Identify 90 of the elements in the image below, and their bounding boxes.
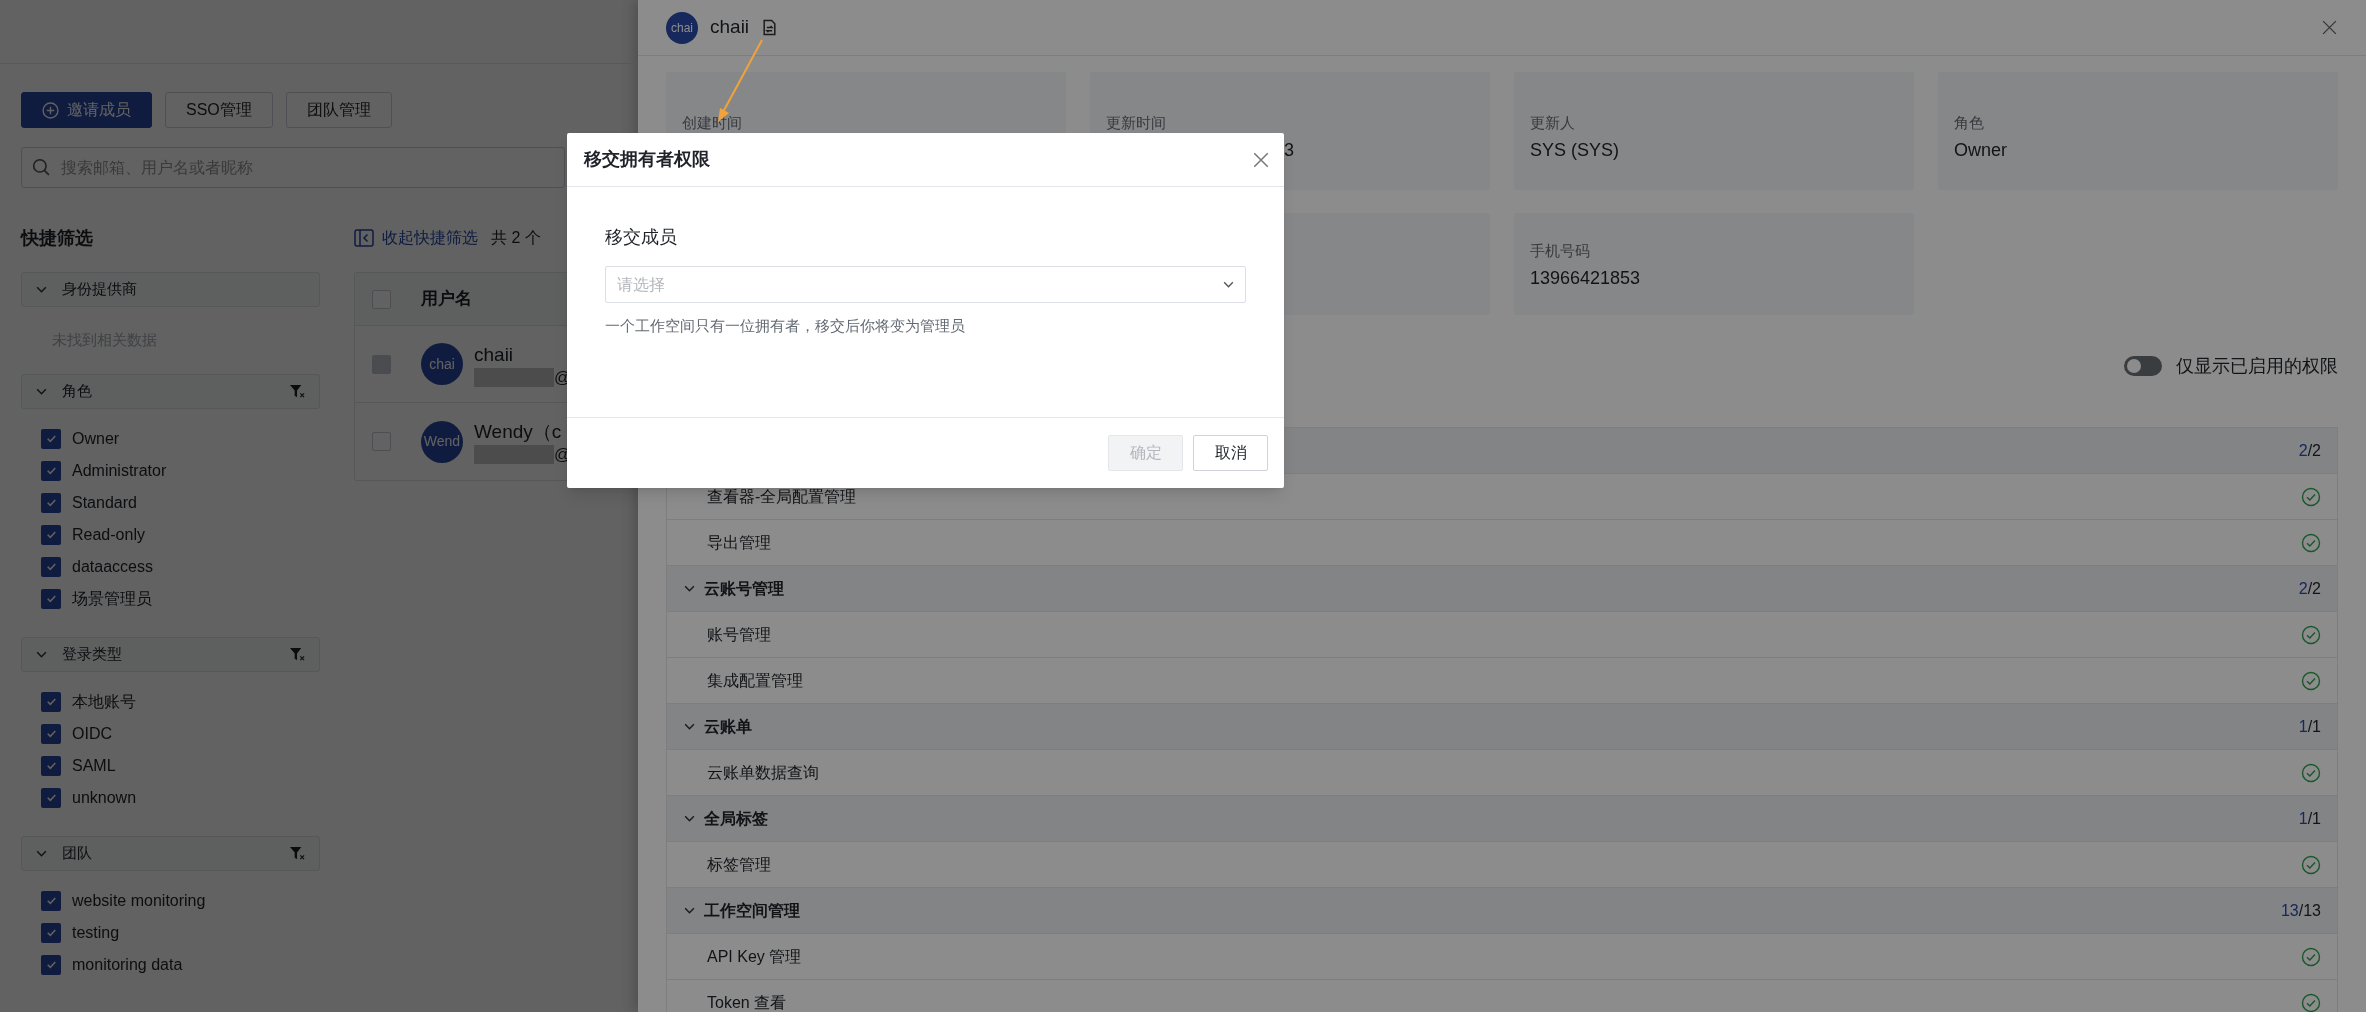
info-label: 创建时间: [682, 113, 743, 133]
checkbox[interactable]: [41, 922, 61, 943]
granted-count: 1: [2298, 808, 2308, 829]
permission-group-row[interactable]: 云账单 1/1: [667, 704, 2337, 750]
close-icon[interactable]: [2321, 19, 2338, 36]
permission-name: Token 查看: [707, 992, 788, 1012]
granted-count: 2: [2298, 440, 2308, 461]
checkbox[interactable]: [41, 524, 61, 545]
checkbox[interactable]: [41, 755, 61, 776]
transfer-icon[interactable]: [761, 19, 779, 36]
permission-group-row[interactable]: 工作空间管理 13/13: [667, 888, 2337, 934]
info-value: SYS (SYS): [1530, 139, 1620, 162]
option-label: Read-only: [72, 524, 145, 545]
avatar: Wend: [421, 420, 463, 463]
info-value: Owner: [1954, 139, 2007, 162]
total-count: /2: [2307, 578, 2321, 599]
option-label: website monitoring: [72, 890, 206, 911]
checkbox[interactable]: [41, 556, 61, 577]
checkbox[interactable]: [41, 691, 61, 712]
toolbar-button[interactable]: 团队管理: [285, 92, 392, 128]
result-count: 共 2 个: [491, 228, 541, 248]
column-header: 用户名: [421, 288, 472, 311]
filter-group-header[interactable]: 登录类型: [21, 636, 320, 672]
checkbox[interactable]: [41, 460, 61, 481]
permission-name: 导出管理: [707, 532, 772, 553]
option-label: SAML: [72, 755, 116, 776]
cancel-button[interactable]: 取消: [1193, 435, 1268, 471]
granted-count: 2: [2298, 578, 2308, 599]
permission-group-row[interactable]: 全局标签 1/1: [667, 796, 2337, 842]
info-value: 3: [1284, 139, 1294, 162]
option-label: Administrator: [72, 460, 167, 481]
invite-button[interactable]: 邀请成员: [21, 92, 152, 128]
clear-filter-icon[interactable]: [289, 845, 306, 861]
info-label: 手机号码: [1530, 241, 1591, 261]
toggle-label: 仅显示已启用的权限: [2176, 354, 2338, 378]
option-label: 本地账号: [72, 691, 136, 712]
modal-title: 移交拥有者权限: [584, 148, 711, 171]
total-count: /2: [2307, 440, 2321, 461]
user-name: chaii: [710, 15, 750, 40]
hint-text: 一个工作空间只有一位拥有者，移交后你将变为管理员: [605, 316, 966, 336]
checkbox[interactable]: [41, 954, 61, 975]
permission-name: 账号管理: [707, 624, 772, 645]
checkbox[interactable]: [41, 723, 61, 744]
info-label: 更新人: [1530, 113, 1576, 133]
user-name: chaii: [474, 342, 515, 367]
close-icon[interactable]: [1252, 150, 1270, 169]
info-value: 13966421853: [1530, 267, 1641, 290]
plus-circle-icon: [42, 101, 59, 119]
filter-group-header[interactable]: 角色: [21, 373, 320, 409]
filter-group-header[interactable]: 团队: [21, 835, 320, 871]
checkbox[interactable]: [41, 428, 61, 449]
permission-name: 查看器-全局配置管理: [707, 486, 858, 507]
checkbox[interactable]: [41, 492, 61, 513]
total-count: /1: [2307, 808, 2321, 829]
permission-group-row[interactable]: 云账号管理 2/2: [667, 566, 2337, 612]
avatar: chai: [666, 11, 698, 44]
filter-title: 快捷筛选: [21, 227, 94, 250]
granted-count: 13: [2280, 900, 2299, 921]
option-label: 场景管理员: [72, 588, 152, 609]
collapse-filter-link[interactable]: 收起快捷筛选: [354, 226, 478, 250]
search-icon: [32, 158, 50, 176]
member-select[interactable]: 请选择: [605, 266, 1246, 303]
filter-group-header[interactable]: 身份提供商: [21, 272, 320, 307]
granted-count: 1: [2298, 716, 2308, 737]
checkbox[interactable]: [41, 890, 61, 911]
option-label: dataaccess: [72, 556, 153, 577]
option-label: Owner: [72, 428, 120, 449]
total-count: /1: [2307, 716, 2321, 737]
permission-name: API Key 管理: [707, 946, 803, 967]
field-label: 移交成员: [605, 226, 678, 249]
avatar: chai: [421, 343, 463, 385]
checkbox[interactable]: [41, 588, 61, 609]
option-label: testing: [72, 922, 120, 943]
permission-name: 标签管理: [707, 854, 772, 875]
clear-filter-icon[interactable]: [289, 646, 306, 662]
option-label: unknown: [72, 787, 137, 808]
info-label: 角色: [1954, 113, 1985, 133]
checkbox[interactable]: [41, 787, 61, 808]
info-label: 更新时间: [1106, 113, 1167, 133]
toolbar-button[interactable]: SSO管理: [165, 92, 273, 128]
option-label: OIDC: [72, 723, 112, 744]
permission-name: 集成配置管理: [707, 670, 804, 691]
user-name: Wendy（c: [474, 420, 563, 444]
permission-name: 云账单数据查询: [707, 762, 820, 783]
toggle-switch[interactable]: [2124, 356, 2162, 376]
collapse-panel-icon: [354, 229, 374, 247]
clear-filter-icon[interactable]: [289, 383, 306, 399]
option-label: monitoring data: [72, 954, 183, 975]
total-count: /13: [2298, 900, 2321, 921]
option-label: Standard: [72, 492, 137, 513]
